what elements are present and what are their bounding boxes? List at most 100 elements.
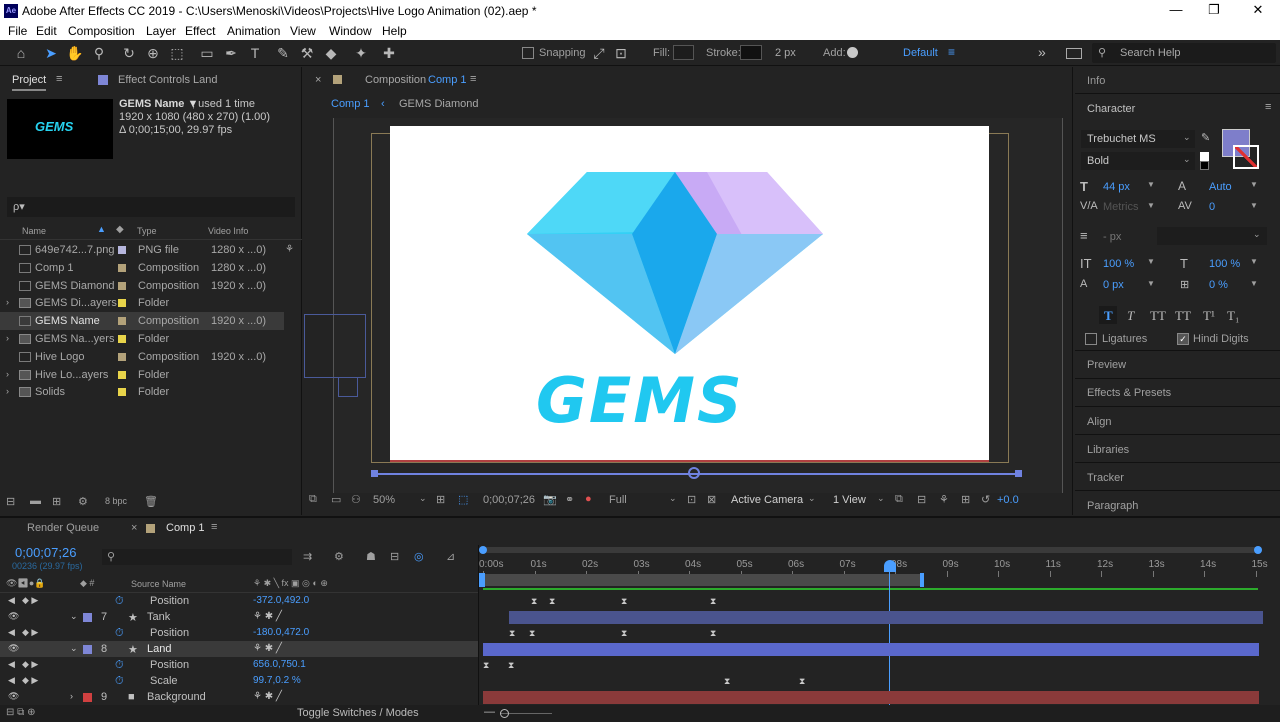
sort-ascending-icon[interactable]: ▲ [97,224,106,234]
chevron-down-icon[interactable]: ▼ [1250,201,1258,210]
always-preview-icon[interactable]: ⧉ [309,493,317,506]
exposure-value[interactable]: +0.0 [997,494,1019,506]
subscript-button[interactable]: T₁ [1227,308,1239,324]
rectangle-tool-icon[interactable]: ▭ [198,44,216,62]
visibility-eye-icon[interactable]: ◀ [8,659,15,670]
white-swatch[interactable] [1200,152,1209,161]
pan-behind-tool-icon[interactable]: ⬚ [168,44,186,62]
stroke-style-dropdown[interactable]: ⌄ [1157,227,1267,245]
expand-arrow-icon[interactable]: ⌄ [70,611,78,622]
composition-mini-flowchart-icon[interactable]: ⇉ [303,550,312,563]
chevron-down-icon[interactable]: ⌄ [808,493,816,504]
superscript-button[interactable]: T¹ [1203,308,1215,324]
breadcrumb-gems-diamond[interactable]: GEMS Diamond [399,98,478,110]
visibility-eye-icon[interactable]: ◀ [8,595,15,606]
pen-tool-icon[interactable]: ✒ [222,44,240,62]
keyframe-nav-icon[interactable]: ◆ ▶ [22,627,38,638]
chevron-down-icon[interactable]: ▼ [1147,180,1155,189]
keyframe-icon[interactable]: ⧗ [509,629,516,638]
visibility-eye-icon[interactable]: ◀ [8,627,15,638]
keyframe-icon[interactable]: ⧗ [621,597,628,606]
panel-tracker[interactable]: Tracker [1087,472,1124,484]
chevron-down-icon[interactable]: ▼ [1250,257,1258,266]
visibility-eye-icon[interactable]: ◀ [8,675,15,686]
label-color[interactable] [118,335,126,343]
views-layout-dropdown[interactable]: 1 View [833,494,866,506]
camera-view-dropdown[interactable]: Active Camera [731,494,803,506]
keyframe-icon[interactable]: ⧗ [531,597,538,606]
magnification-dropdown[interactable]: 50% [373,494,395,506]
keyframe-nav-icon[interactable]: ◆ ▶ [22,675,38,686]
layer-row[interactable]: 👁 ⌄ 7 ★ Tank ⚘ ✱ ╱ [0,609,478,625]
maximize-button[interactable]: ❐ [1204,2,1224,18]
project-item[interactable]: GEMS Name Composition 1920 x ...0) [0,312,284,331]
faux-italic-button[interactable]: T [1127,308,1134,324]
ligatures-checkbox[interactable] [1085,333,1097,345]
all-caps-button[interactable]: TT [1150,308,1166,324]
home-icon[interactable]: ⌂ [12,44,30,62]
expand-layer-switches-icon[interactable]: ⊟ ⧉ ⊕ [6,707,35,718]
brush-tool-icon[interactable]: ✎ [274,44,292,62]
chevron-down-icon[interactable]: ▼ [1147,279,1155,288]
zoom-out-icon[interactable]: — [484,706,495,718]
label-color[interactable] [118,246,126,254]
stroke-width[interactable]: 2 px [775,47,796,59]
snap-options-icon[interactable]: ⤢ [590,44,608,62]
layer-duration-bar[interactable] [483,643,1259,656]
keyframe-icon[interactable]: ⧗ [710,597,717,606]
close-timeline-tab-icon[interactable]: × [131,522,137,534]
expand-arrow-icon[interactable]: › [6,297,9,307]
comp-viewer[interactable]: GEMS [304,118,1063,493]
new-composition-icon[interactable]: ⊞ [52,495,61,508]
reset-exposure-icon[interactable]: ↺ [981,493,990,506]
property-row[interactable]: ◀ ◆ ▶ ⏱ Position 656.0,750.1 [0,657,478,673]
info-panel-header[interactable]: Info [1087,75,1105,87]
keyframe-icon[interactable]: ⧗ [621,629,628,638]
chevron-down-icon[interactable]: ▼ [1147,257,1155,266]
panel-paragraph[interactable]: Paragraph [1087,500,1138,512]
font-family-dropdown[interactable]: Trebuchet MS ⌄ [1081,130,1195,148]
expand-arrow-icon[interactable]: › [6,333,9,343]
grid-icon[interactable]: ⊞ [436,493,445,506]
stroke-color-swatch[interactable] [1233,145,1259,169]
visibility-eye-icon[interactable]: 👁 [8,691,19,702]
breadcrumb-comp1[interactable]: Comp 1 [331,98,370,110]
stopwatch-icon[interactable]: ⏱ [115,627,124,640]
transparency-grid-icon[interactable]: ⊠ [707,493,716,506]
layer-switches-icon[interactable]: ⚘ ✱ ╱ [253,643,282,654]
header-type[interactable]: Type [137,226,157,236]
delete-icon[interactable]: 🗑 [144,495,158,508]
timeline-search-input[interactable]: ⚲ [102,549,292,565]
black-swatch[interactable] [1200,161,1209,170]
layer-label-color[interactable] [83,693,92,702]
workspace-default[interactable]: Default [903,47,938,59]
close-comp-tab-icon[interactable]: × [315,74,321,86]
add-icon[interactable] [847,47,858,58]
keyframe-icon[interactable]: ⧗ [508,661,515,670]
leading-value[interactable]: Auto [1209,181,1232,193]
keyframe-icon[interactable]: ⧗ [724,677,731,686]
layer-switches-icon[interactable]: ⚘ ✱ ╱ [253,691,282,702]
property-value[interactable]: 656.0,750.1 [253,659,306,670]
label-color[interactable] [118,352,126,361]
property-value[interactable]: -372.0,492.0 [253,595,309,606]
rotate-tool-icon[interactable]: ↻ [120,44,138,62]
frame-blending-icon[interactable]: ⊟ [390,550,399,563]
zoom-tool-icon[interactable]: ⚲ [90,44,108,62]
anchor-point-icon[interactable] [688,467,700,479]
layout-icon[interactable]: ⊞ [961,493,970,506]
monitor-icon[interactable]: ▭ [331,493,341,506]
search-help-box[interactable]: ⚲ Search Help [1092,43,1276,63]
stroke-swatch[interactable] [740,45,762,60]
path-handle-left[interactable] [371,470,378,477]
work-area-bar[interactable] [483,574,923,586]
property-row[interactable]: ◀ ◆ ▶ ⏱ Position -180.0,472.0 [0,625,478,641]
keyframe-nav-icon[interactable]: ◆ ▶ [22,595,38,606]
layer-duration-bar[interactable] [483,691,1259,704]
visibility-eye-icon[interactable]: 👁 [8,611,19,622]
menu-layer[interactable]: Layer [146,24,176,38]
header-name[interactable]: Name [22,226,46,236]
keyframe-icon[interactable]: ⧗ [799,677,806,686]
menu-effect[interactable]: Effect [185,24,215,38]
panel-preview[interactable]: Preview [1087,359,1126,371]
